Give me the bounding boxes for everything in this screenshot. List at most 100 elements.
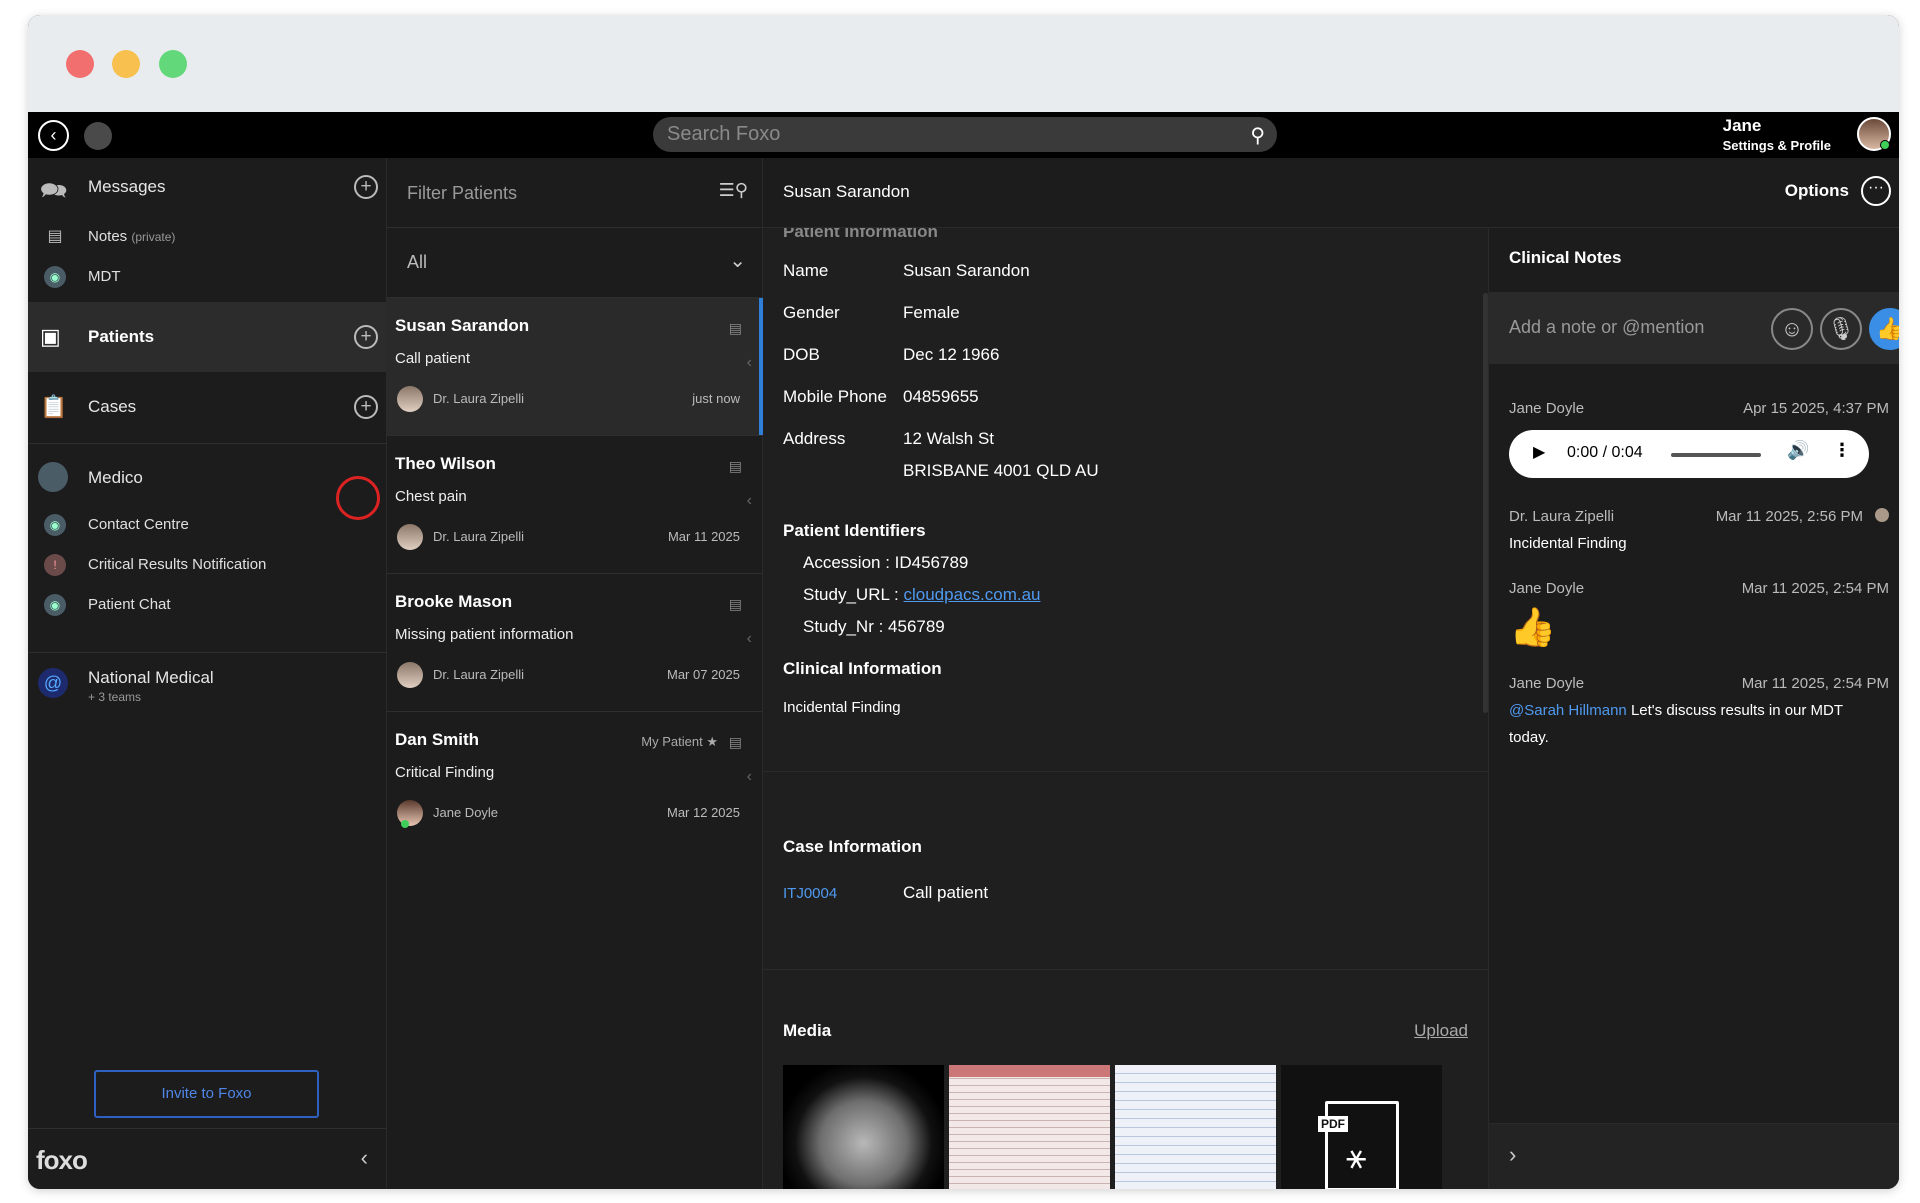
patient-card[interactable]: Brooke Mason ▤ Missing patient informati… <box>387 574 764 712</box>
note-date: Mar 11 2025, 2:56 PM <box>1715 508 1863 525</box>
user-avatar[interactable] <box>1857 117 1891 151</box>
sidebar-item-national-medical[interactable]: @ National Medical + 3 teams <box>28 658 386 714</box>
filter-value: All <box>407 252 428 272</box>
sidebar-item-messages[interactable]: 🗪 Messages + <box>28 158 386 216</box>
invite-button[interactable]: Invite to Foxo <box>94 1070 319 1118</box>
settings-profile-link[interactable]: Settings & Profile <box>1723 138 1831 153</box>
patient-list-panel: ☰⚲ All ⌄ Susan Sarandon ▤ Call patient ‹… <box>386 158 764 1189</box>
options-button[interactable]: Options <box>1785 181 1849 201</box>
cases-icon: 📋 <box>40 394 68 419</box>
sidebar-item-label: Patients <box>88 327 155 346</box>
patient-reason: Critical Finding <box>395 764 495 781</box>
add-patient-button[interactable]: + <box>354 325 378 349</box>
filter-patients-input[interactable] <box>407 176 707 210</box>
search-input[interactable] <box>667 117 1227 152</box>
patient-reason: Call patient <box>395 350 471 367</box>
patient-time: Mar 07 2025 <box>667 667 740 682</box>
sidebar-footer: foxo ‹ <box>28 1128 386 1189</box>
sidebar-item-medico[interactable]: Medico <box>28 448 386 504</box>
my-patient-tag: My Patient ★ <box>641 734 718 749</box>
phone-label: Mobile Phone <box>783 387 887 406</box>
patient-name: Susan Sarandon <box>395 316 530 335</box>
detail-patient-name: Susan Sarandon <box>783 182 910 201</box>
doctor-avatar <box>397 524 423 550</box>
accession-value: Accession : ID456789 <box>803 553 969 572</box>
sidebar-item-label: National Medical <box>88 668 214 687</box>
emoji-icon[interactable]: ☺ <box>1771 308 1813 350</box>
more-options-icon[interactable]: ··· <box>1861 176 1891 206</box>
form-thumbnail[interactable] <box>1115 1065 1276 1189</box>
more-vertical-icon[interactable]: ⋮ <box>1833 440 1851 461</box>
patient-card[interactable]: Theo Wilson ▤ Chest pain ‹ Dr. Laura Zip… <box>387 436 764 574</box>
chevron-left-icon: ‹ <box>746 492 752 509</box>
phone-value: 04859655 <box>903 387 979 406</box>
pdf-thumbnail[interactable]: PDF ⚹ <box>1281 1065 1442 1189</box>
audio-progress-slider[interactable] <box>1671 453 1761 457</box>
section-title-patient-info: Patient Information <box>783 228 938 241</box>
note-composer: ☺ 🎙 👍 <box>1489 292 1899 364</box>
sidebar-item-patient-chat[interactable]: ◉ Patient Chat <box>28 590 386 622</box>
sidebar-item-label: Contact Centre <box>88 516 189 533</box>
lab-report-thumbnail[interactable] <box>949 1065 1110 1189</box>
patient-time: Mar 12 2025 <box>667 805 740 820</box>
address-label: Address <box>783 429 846 448</box>
note-author: Dr. Laura Zipelli <box>1509 508 1615 525</box>
case-info-title: Case Information <box>783 837 922 856</box>
chevron-left-icon: ‹ <box>746 768 752 785</box>
maximize-window-button[interactable] <box>159 50 187 78</box>
note-author: Jane Doyle <box>1509 675 1585 692</box>
contact-centre-icon: ◉ <box>44 514 66 536</box>
thumbs-up-reaction-icon: 👍 <box>1509 607 1557 649</box>
add-case-button[interactable]: + <box>354 395 378 419</box>
minimize-window-button[interactable] <box>112 50 140 78</box>
note-date: Mar 11 2025, 2:54 PM <box>1741 675 1889 692</box>
volume-icon[interactable]: 🔊 <box>1787 440 1809 461</box>
address-line1: 12 Walsh St <box>903 429 995 448</box>
name-label: Name <box>783 261 829 280</box>
close-window-button[interactable] <box>66 50 94 78</box>
ct-scan-thumbnail[interactable] <box>783 1065 944 1189</box>
patient-name: Dan Smith <box>395 730 480 749</box>
sidebar-item-mdt[interactable]: ◉ MDT <box>28 262 386 294</box>
case-id-link[interactable]: ITJ0004 <box>783 885 837 902</box>
gender-value: Female <box>903 303 960 322</box>
collapse-sidebar-icon[interactable]: ‹ <box>361 1145 368 1171</box>
clinical-info-title: Clinical Information <box>783 659 942 678</box>
patient-card[interactable]: Dan Smith My Patient ★ ▤ Critical Findin… <box>387 712 764 850</box>
chevron-left-icon: ‹ <box>746 354 752 371</box>
patient-chat-icon: ◉ <box>44 594 66 616</box>
patient-card[interactable]: Susan Sarandon ▤ Call patient ‹ Dr. Laur… <box>387 298 764 436</box>
patient-name: Theo Wilson <box>395 454 496 473</box>
note-input[interactable] <box>1509 310 1769 344</box>
audio-time: 0:00 / 0:04 <box>1567 444 1643 461</box>
study-url-row: Study_URL : cloudpacs.com.au <box>803 585 1041 604</box>
add-message-button[interactable]: + <box>354 175 378 199</box>
doctor-name: Dr. Laura Zipelli <box>433 667 525 682</box>
search-icon[interactable]: ⚲ <box>1250 123 1265 148</box>
patient-filter-select[interactable]: All ⌄ <box>387 228 762 298</box>
dob-label: DOB <box>783 345 820 364</box>
sidebar-item-notes[interactable]: ▤ Notes (private) <box>28 222 386 254</box>
sidebar: 🗪 Messages + ▤ Notes (private) ◉ MDT ▣ P… <box>28 158 386 1189</box>
sidebar-item-cases[interactable]: 📋 Cases + <box>28 372 386 442</box>
thumbs-up-icon[interactable]: 👍 <box>1869 308 1899 350</box>
app-switcher-icon[interactable] <box>84 122 112 150</box>
play-icon[interactable]: ▶ <box>1533 442 1545 462</box>
mention-link[interactable]: @Sarah Hillmann <box>1509 702 1627 719</box>
audio-player: ▶ 0:00 / 0:04 🔊 ⋮ <box>1509 430 1869 478</box>
doctor-avatar <box>397 800 423 828</box>
sidebar-item-label: MDT <box>88 268 121 285</box>
user-menu[interactable]: Jane Settings & Profile <box>1723 116 1831 153</box>
note-date: Apr 15 2025, 4:37 PM <box>1743 400 1889 417</box>
sidebar-item-contact-centre[interactable]: ◉ Contact Centre <box>28 510 386 542</box>
sidebar-item-patients[interactable]: ▣ Patients + <box>28 302 386 372</box>
sidebar-item-critical-results[interactable]: ! Critical Results Notification <box>28 550 386 582</box>
expand-panel-icon[interactable]: › <box>1509 1142 1516 1168</box>
back-icon[interactable]: ‹ <box>38 120 69 151</box>
media-title: Media <box>783 1021 832 1040</box>
foxo-logo: foxo <box>36 1145 88 1175</box>
microphone-icon[interactable]: 🎙 <box>1820 308 1862 350</box>
study-url-link[interactable]: cloudpacs.com.au <box>903 585 1040 604</box>
filter-search-icon[interactable]: ☰⚲ <box>719 180 748 201</box>
upload-link[interactable]: Upload <box>1414 1021 1468 1041</box>
